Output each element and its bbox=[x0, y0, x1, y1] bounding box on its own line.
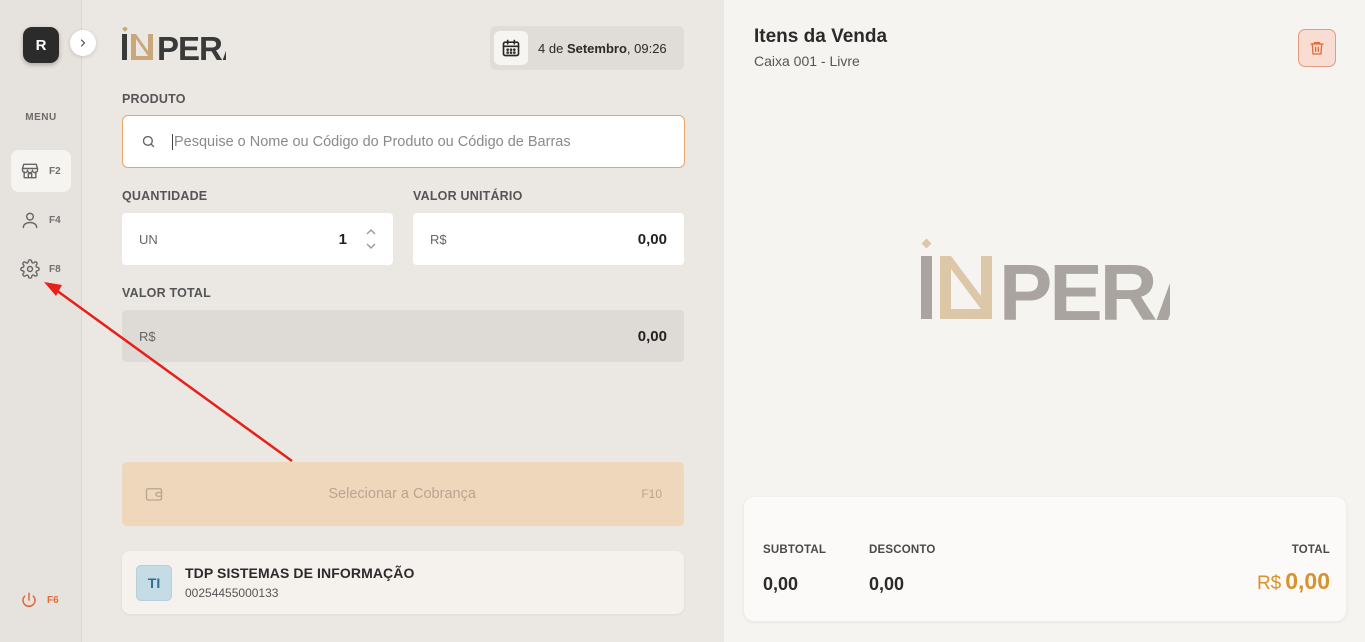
calendar-icon bbox=[494, 31, 528, 65]
sidebar-item-sales[interactable]: F2 bbox=[11, 150, 71, 192]
product-search-field[interactable] bbox=[122, 115, 685, 168]
currency-symbol: R$ bbox=[430, 231, 447, 247]
company-cnpj: 00254455000133 bbox=[185, 586, 279, 600]
sidebar: R MENU F2 F4 F8 F6 bbox=[0, 0, 82, 642]
chevron-up-icon[interactable] bbox=[365, 228, 377, 236]
store-icon bbox=[21, 163, 39, 179]
total-label: TOTAL bbox=[1291, 544, 1330, 556]
stepper-controls bbox=[365, 228, 377, 250]
date-text: 4 de Setembro, 09:26 bbox=[538, 40, 667, 56]
shortcut-key: F10 bbox=[641, 487, 662, 501]
shortcut-key: F6 bbox=[47, 594, 59, 606]
power-icon bbox=[22, 592, 36, 608]
sale-items-title: Itens da Venda bbox=[754, 26, 888, 47]
unit-price-label: VALOR UNITÁRIO bbox=[413, 189, 523, 203]
company-card[interactable]: TI TDP SISTEMAS DE INFORMAÇÃO 0025445500… bbox=[122, 551, 684, 614]
chevron-right-icon bbox=[80, 39, 86, 47]
quantity-unit: UN bbox=[139, 231, 158, 247]
unit-price-value[interactable]: 0,00 bbox=[638, 231, 667, 248]
sale-form-panel: PERA 4 de Setembro, 09:26 PRODUTO QUANTI… bbox=[82, 0, 724, 642]
select-payment-label: Selecionar a Cobrança bbox=[328, 486, 476, 502]
gear-icon bbox=[20, 259, 40, 279]
quantity-value[interactable]: 1 bbox=[339, 231, 347, 248]
shortcut-key: F2 bbox=[49, 165, 61, 177]
menu-label: MENU bbox=[25, 112, 57, 123]
clear-sale-button[interactable] bbox=[1298, 29, 1336, 67]
subtotal-label: SUBTOTAL bbox=[763, 544, 827, 556]
brand-logo: PERA bbox=[122, 27, 226, 61]
brand-watermark-logo: PERA bbox=[921, 238, 1170, 324]
avatar[interactable]: R bbox=[23, 27, 59, 63]
logout-button[interactable]: F6 bbox=[11, 579, 71, 621]
total-value-field: R$ 0,00 bbox=[122, 310, 684, 362]
quantity-label: QUANTIDADE bbox=[122, 189, 208, 203]
shortcut-key: F4 bbox=[49, 214, 61, 226]
total-currency: R$ bbox=[1256, 573, 1282, 594]
company-badge: TI bbox=[136, 564, 172, 601]
select-payment-button[interactable]: Selecionar a Cobrança F10 bbox=[122, 462, 684, 526]
product-search-input[interactable] bbox=[172, 133, 672, 150]
subtotal-value: 0,00 bbox=[763, 574, 799, 594]
sidebar-item-settings[interactable]: F8 bbox=[11, 248, 71, 290]
expand-sidebar-button[interactable] bbox=[70, 30, 96, 56]
currency-symbol: R$ bbox=[139, 328, 156, 344]
company-name: TDP SISTEMAS DE INFORMAÇÃO bbox=[185, 565, 415, 581]
total-value: 0,00 bbox=[637, 327, 667, 345]
sale-items-panel: Itens da Venda Caixa 001 - Livre PERA SU… bbox=[724, 0, 1365, 642]
wallet-icon bbox=[145, 488, 163, 501]
grand-total: R$ 0,00 bbox=[1257, 568, 1330, 595]
search-icon bbox=[142, 135, 155, 148]
user-icon bbox=[22, 212, 38, 229]
shortcut-key: F8 bbox=[49, 263, 61, 275]
svg-text:PERA: PERA bbox=[157, 30, 226, 61]
quantity-stepper[interactable]: UN 1 bbox=[122, 213, 393, 265]
sale-summary: SUBTOTAL 0,00 DESCONTO 0,00 TOTAL R$ 0,00 bbox=[744, 497, 1346, 621]
product-label: PRODUTO bbox=[122, 92, 186, 106]
chevron-down-icon[interactable] bbox=[365, 242, 377, 250]
discount-label: DESCONTO bbox=[869, 544, 936, 556]
total-value-label: VALOR TOTAL bbox=[122, 286, 211, 300]
discount-value: 0,00 bbox=[869, 574, 905, 594]
total-amount: 0,00 bbox=[1285, 568, 1330, 594]
unit-price-field[interactable]: R$ 0,00 bbox=[413, 213, 684, 265]
date-display: 4 de Setembro, 09:26 bbox=[490, 26, 684, 70]
sidebar-item-customers[interactable]: F4 bbox=[11, 199, 71, 241]
trash-icon bbox=[1310, 42, 1324, 55]
svg-text:PERA: PERA bbox=[999, 248, 1170, 324]
register-status: Caixa 001 - Livre bbox=[754, 53, 860, 69]
